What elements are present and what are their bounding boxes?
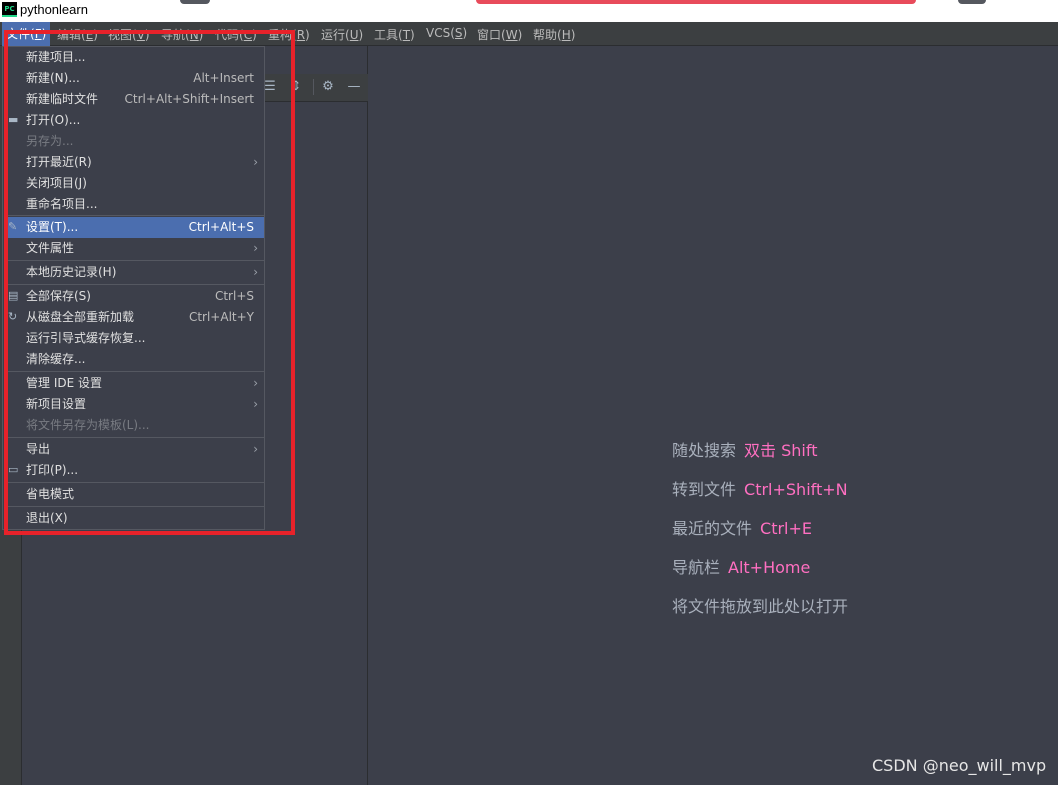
hint-navigation-bar: 导航栏 Alt+Home (672, 558, 811, 577)
hide-panel-icon[interactable]: — (346, 79, 362, 95)
menu-vcs[interactable]: VCS(S) (426, 26, 467, 40)
blurred-region (180, 0, 210, 4)
hint-drop-files: 将文件拖放到此处以打开 (672, 597, 849, 616)
menu-help[interactable]: 帮助(H) (533, 26, 575, 43)
hint-recent-files: 最近的文件 Ctrl+E (672, 519, 812, 538)
pycharm-logo-icon: PC (2, 2, 17, 17)
menu-tools[interactable]: 工具(T) (374, 26, 415, 43)
menu-window[interactable]: 窗口(W) (477, 26, 522, 43)
watermark: CSDN @neo_will_mvp (872, 756, 1047, 775)
window-title: pythonlearn (20, 2, 88, 17)
hint-goto-file: 转到文件 Ctrl+Shift+N (672, 480, 848, 499)
blurred-region (958, 0, 986, 4)
gear-icon[interactable]: ⚙ (320, 79, 336, 95)
highlight-annotation-box (4, 30, 295, 535)
editor-area (369, 74, 1058, 785)
toolbar-divider (313, 79, 314, 95)
hint-search-everywhere: 随处搜索 双击 Shift (672, 441, 818, 460)
menu-run[interactable]: 运行(U) (321, 26, 363, 43)
blurred-region (476, 0, 916, 4)
title-bar: PC pythonlearn (0, 0, 1058, 22)
